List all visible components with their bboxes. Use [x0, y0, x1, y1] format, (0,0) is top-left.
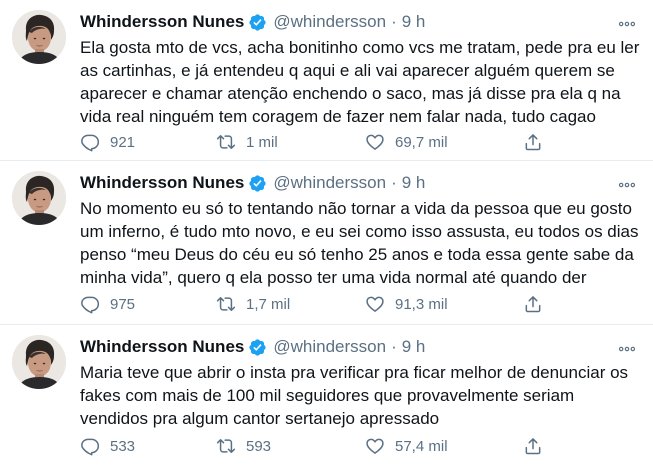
tweet[interactable]: Whindersson Nunes @whindersson · 9 h Ela… — [0, 0, 653, 161]
reply-button[interactable]: 921 — [80, 131, 135, 153]
reply-count: 533 — [110, 437, 136, 455]
tweet-actions: 975 1,7 mil 91,3 mil — [80, 293, 580, 315]
separator-dot: · — [391, 337, 397, 356]
verified-badge-icon — [248, 174, 267, 193]
share-icon — [523, 436, 543, 456]
timestamp[interactable]: 9 h — [402, 173, 426, 193]
timestamp[interactable]: 9 h — [402, 12, 426, 32]
author-name[interactable]: Whindersson Nunes — [80, 12, 244, 32]
author-handle[interactable]: @whindersson — [273, 337, 386, 357]
reply-icon — [80, 436, 100, 456]
tweet-header: Whindersson Nunes @whindersson · 9 h — [80, 335, 425, 359]
avatar-image — [12, 171, 66, 225]
author-handle[interactable]: @whindersson — [273, 173, 386, 193]
heart-icon — [365, 294, 385, 314]
avatar-image — [12, 335, 66, 389]
share-button[interactable] — [523, 435, 543, 457]
tweet-header: Whindersson Nunes @whindersson · 9 h — [80, 171, 425, 195]
verified-badge-icon — [248, 338, 267, 357]
tweet-actions: 921 1 mil 69,7 mil — [80, 131, 580, 153]
reply-count: 975 — [110, 295, 136, 313]
like-button[interactable]: 91,3 mil — [365, 293, 448, 315]
timestamp[interactable]: 9 h — [402, 337, 426, 357]
tweet-text: No momento eu só to tentando não tornar … — [80, 199, 639, 287]
avatar[interactable] — [12, 10, 66, 64]
like-button[interactable]: 69,7 mil — [365, 131, 448, 153]
like-count: 57,4 mil — [395, 437, 448, 455]
reply-button[interactable]: 533 — [80, 435, 135, 457]
retweet-button[interactable]: 593 — [216, 435, 271, 457]
separator-dot: · — [391, 173, 397, 192]
tweet[interactable]: Whindersson Nunes @whindersson · 9 h No … — [0, 161, 653, 325]
tweet-header: Whindersson Nunes @whindersson · 9 h — [80, 10, 425, 34]
heart-icon — [365, 132, 385, 152]
author-name[interactable]: Whindersson Nunes — [80, 337, 244, 357]
tweet-actions: 533 593 57,4 mil — [80, 435, 580, 457]
share-icon — [523, 294, 543, 314]
avatar[interactable] — [12, 171, 66, 225]
like-count: 91,3 mil — [395, 295, 448, 313]
separator-dot: · — [391, 12, 397, 31]
heart-icon — [365, 436, 385, 456]
retweet-icon — [216, 294, 236, 314]
retweet-count: 593 — [246, 437, 272, 455]
share-icon — [523, 132, 543, 152]
reply-button[interactable]: 975 — [80, 293, 135, 315]
verified-badge-icon — [248, 13, 267, 32]
reply-count: 921 — [110, 133, 136, 151]
reply-icon — [80, 294, 100, 314]
author-handle[interactable]: @whindersson — [273, 12, 386, 32]
retweet-count: 1 mil — [246, 133, 278, 151]
retweet-button[interactable]: 1,7 mil — [216, 293, 290, 315]
retweet-icon — [216, 132, 236, 152]
reply-icon — [80, 132, 100, 152]
avatar-image — [12, 10, 66, 64]
tweet-text: Maria teve que abrir o insta pra verific… — [80, 363, 629, 428]
author-name[interactable]: Whindersson Nunes — [80, 173, 244, 193]
tweet[interactable]: Whindersson Nunes @whindersson · 9 h Mar… — [0, 325, 653, 467]
like-count: 69,7 mil — [395, 133, 448, 151]
retweet-icon — [216, 436, 236, 456]
tweet-text: Ela gosta mto de vcs, acha bonitinho com… — [80, 38, 640, 126]
share-button[interactable] — [523, 131, 543, 153]
retweet-count: 1,7 mil — [246, 295, 291, 313]
share-button[interactable] — [523, 293, 543, 315]
retweet-button[interactable]: 1 mil — [216, 131, 278, 153]
avatar[interactable] — [12, 335, 66, 389]
like-button[interactable]: 57,4 mil — [365, 435, 448, 457]
